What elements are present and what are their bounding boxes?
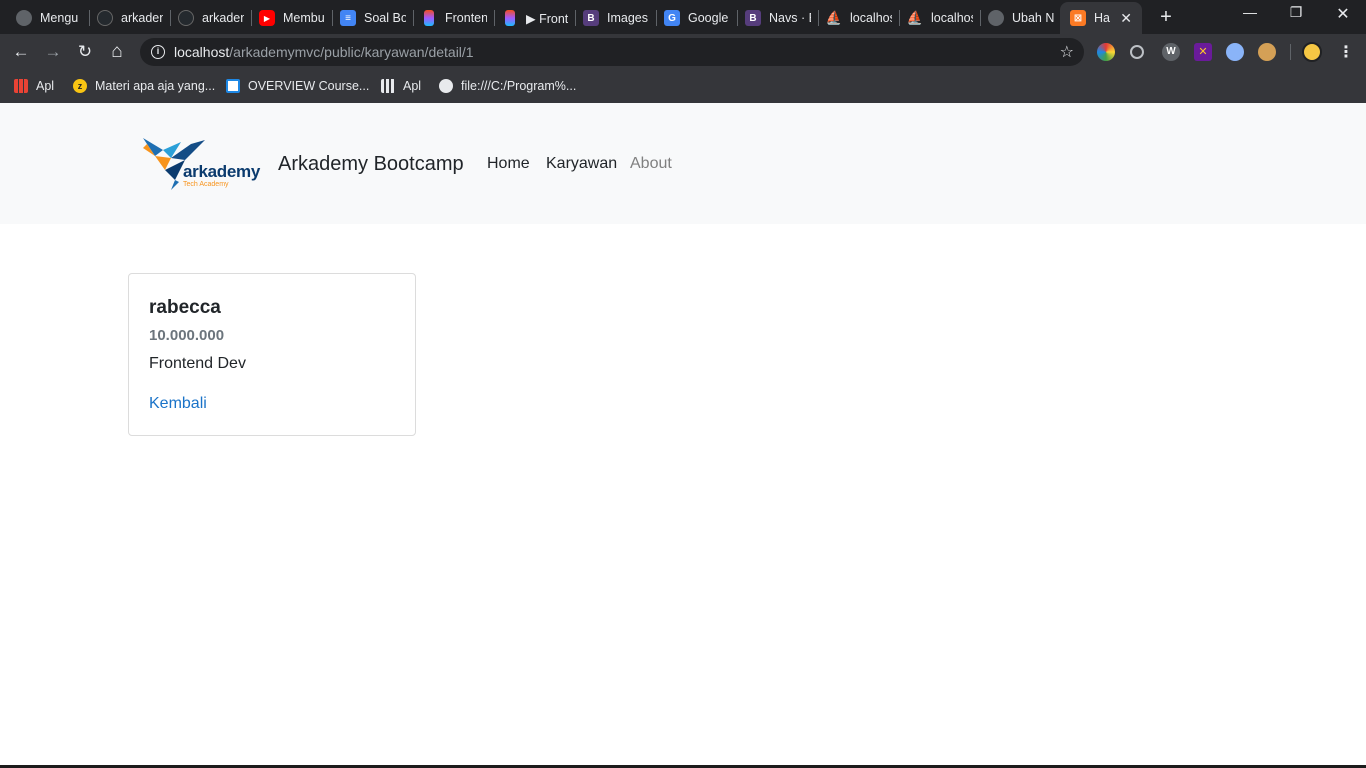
browser-tab[interactable]: Mengu [16,4,82,32]
browser-tab[interactable]: ▶ Membu [259,4,325,32]
apps-grid-icon [381,79,395,93]
phpmyadmin-icon: ⛵ [826,10,843,25]
tab-separator [170,10,171,26]
browser-tab[interactable]: ≡ Soal Bo [340,4,406,32]
extension-x-icon[interactable]: ✕ [1194,43,1212,61]
browser-tab[interactable]: ▶ Front [502,4,568,32]
browser-toolbar: ← → ↻ ⌂ i localhost/arkademymvc/public/k… [0,34,1366,70]
browser-tab[interactable]: ⛵ localhos [826,4,892,32]
docs-icon: ≡ [340,10,356,26]
employee-position: Frontend Dev [149,355,246,372]
xampp-icon: ⊠ [1070,10,1086,26]
browser-tab[interactable]: arkaden [178,4,244,32]
cookie-icon[interactable] [1258,43,1276,61]
employee-detail-card: rabecca 10.000.000 Frontend Dev Kembali [128,273,416,436]
restore-button[interactable]: ❐ [1273,4,1319,26]
browser-tab[interactable]: arkaden [97,4,163,32]
tab-separator [89,10,90,26]
tab-separator [980,10,981,26]
nav-link-home[interactable]: Home [487,155,530,173]
close-tab-icon[interactable]: ✕ [1120,10,1132,27]
address-bar[interactable]: i localhost/arkademymvc/public/karyawan/… [140,38,1084,66]
wappalyzer-icon[interactable]: W [1162,43,1180,61]
browser-tab[interactable]: ⛵ localhos [907,4,973,32]
close-window-button[interactable]: ✕ [1320,4,1366,26]
arkademy-logo[interactable]: arkademy Tech Academy [141,136,263,192]
bookmark-item[interactable]: file:///C:/Program%... [439,76,576,96]
browser-tab[interactable]: B Navs · B [745,4,811,32]
site-info-icon[interactable]: i [151,45,165,59]
back-link[interactable]: Kembali [149,395,207,413]
github-icon [97,10,113,26]
browser-tab[interactable]: Fronten [421,4,487,32]
browser-tab[interactable]: B Images [583,4,649,32]
tab-separator [818,10,819,26]
globe-icon [16,10,32,26]
profile-avatar[interactable] [1302,42,1322,62]
reload-button[interactable]: ↻ [74,42,96,62]
apps-grid-icon [14,79,28,93]
navbar-brand[interactable]: Arkademy Bootcamp [278,153,464,176]
tab-separator [656,10,657,26]
globe-icon [988,10,1004,26]
bookmark-item[interactable]: Apl [14,76,54,96]
url-text[interactable]: localhost/arkademymvc/public/karyawan/de… [174,44,474,60]
extension-blue-icon[interactable] [1226,43,1244,61]
figma-icon [424,10,434,26]
bootstrap-icon: B [745,10,761,26]
browser-tab[interactable]: Ubah N [988,4,1054,32]
bookmark-item[interactable]: Apl [381,76,421,96]
site-navbar: arkademy Tech Academy Arkademy Bootcamp … [0,103,1366,224]
z-icon: z [73,79,87,93]
home-button[interactable]: ⌂ [106,42,128,62]
figma-icon [505,10,515,26]
tab-separator [413,10,414,26]
new-tab-button[interactable]: + [1156,6,1176,29]
tab-separator [332,10,333,26]
phpmyadmin-icon: ⛵ [907,10,924,25]
tab-separator [899,10,900,26]
tab-separator [251,10,252,26]
nav-link-about[interactable]: About [630,155,672,173]
bootstrap-icon: B [583,10,599,26]
tab-separator [494,10,495,26]
minimize-button[interactable]: — [1227,4,1273,26]
tab-strip: Mengu arkaden arkaden ▶ Membu ≡ Soal Bo … [0,0,1366,34]
tab-separator [737,10,738,26]
extension-circle-icon[interactable] [1130,45,1144,59]
toolbar-divider [1290,44,1291,60]
globe-icon [439,79,453,93]
back-button[interactable]: ← [10,42,32,62]
page-content: arkademy Tech Academy Arkademy Bootcamp … [0,103,1366,768]
browser-tab-active[interactable]: ⊠ Hala ✕ [1060,2,1142,34]
bookmarks-bar: Apl z Materi apa aja yang... OVERVIEW Co… [0,70,1366,103]
menu-kebab-icon[interactable]: ⋮ [1338,42,1354,62]
tab-separator [575,10,576,26]
youtube-icon: ▶ [259,10,275,26]
bookmark-star-icon[interactable]: ☆ [1060,42,1074,62]
nav-link-karyawan[interactable]: Karyawan [546,155,617,173]
bookmark-item[interactable]: z Materi apa aja yang... [73,76,215,96]
extension-color-icon[interactable] [1097,43,1115,61]
forward-button[interactable]: → [42,42,64,62]
employee-name: rabecca [149,297,221,318]
browser-tab[interactable]: G Google [664,4,730,32]
course-icon [226,79,240,93]
bookmark-item[interactable]: OVERVIEW Course... [226,76,369,96]
github-icon [178,10,194,26]
google-translate-icon: G [664,10,680,26]
employee-salary: 10.000.000 [149,327,225,344]
